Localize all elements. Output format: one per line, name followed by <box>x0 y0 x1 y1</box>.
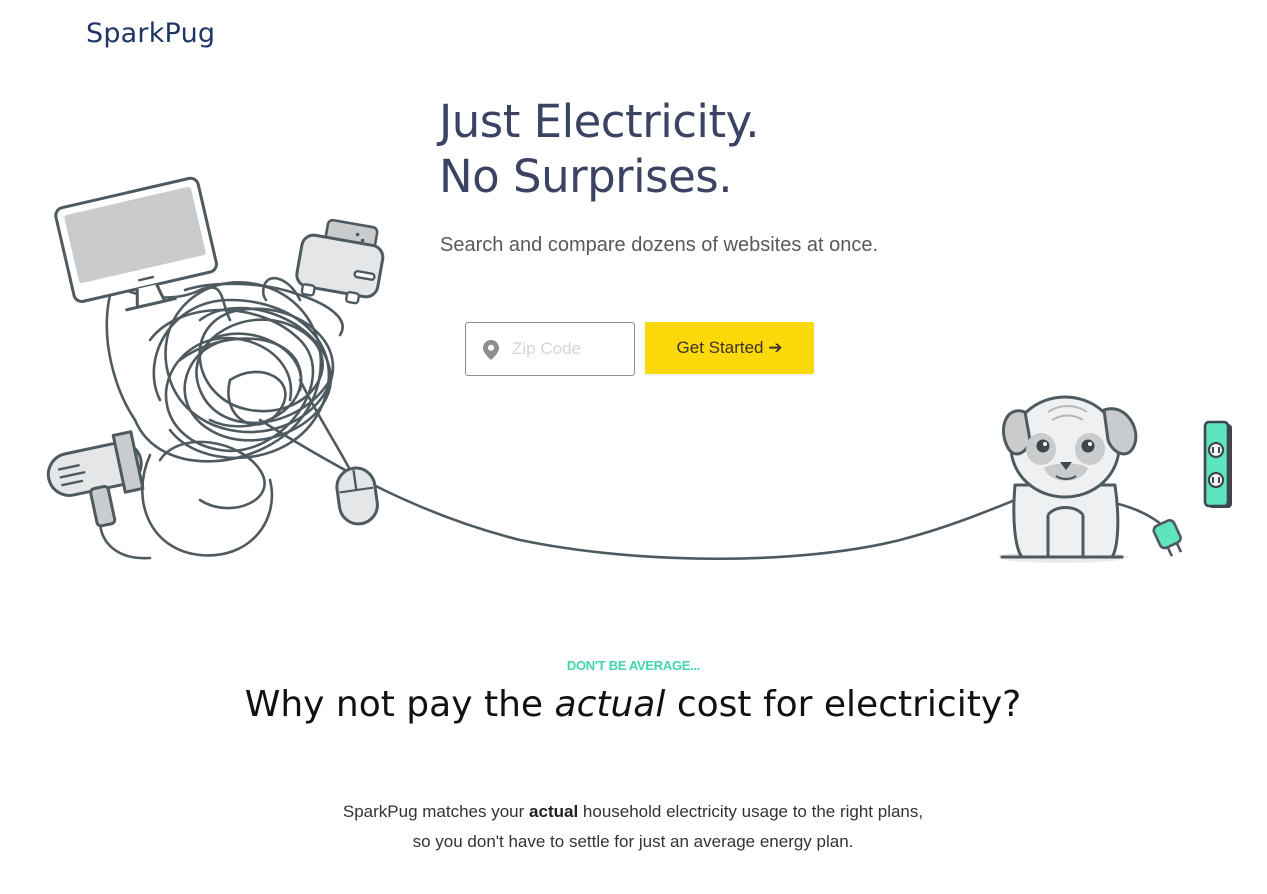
monitor-icon <box>54 176 218 312</box>
power-outlet-icon <box>1203 420 1232 508</box>
headline-text-before: Why not pay the <box>244 684 544 725</box>
tangled-cable <box>98 276 1164 561</box>
hair-dryer-icon <box>46 430 145 528</box>
plug-icon <box>1152 519 1183 557</box>
section-headline: Why not pay the actual cost for electric… <box>233 683 1033 727</box>
body-text-after: household electricity usage to the right… <box>582 802 924 821</box>
section-eyebrow: DON'T BE AVERAGE... <box>566 658 701 673</box>
toaster-icon <box>295 218 385 305</box>
section-body: SparkPug matches your actual household e… <box>233 797 1033 857</box>
mouse-icon <box>335 466 379 526</box>
hero-illustration <box>46 176 1232 563</box>
body-text-bold: actual <box>529 802 579 821</box>
body-text-line-2: so you don't have to settle for just an … <box>412 832 854 851</box>
hero-title-line-1: Just Electricity. <box>439 95 760 148</box>
headline-text-after: cost for electricity? <box>676 684 1022 725</box>
pug-mascot <box>998 395 1138 563</box>
body-text-before: SparkPug matches your <box>342 802 525 821</box>
headline-emphasis: actual <box>554 684 666 725</box>
brand-logo[interactable]: SparkPug <box>86 18 215 49</box>
